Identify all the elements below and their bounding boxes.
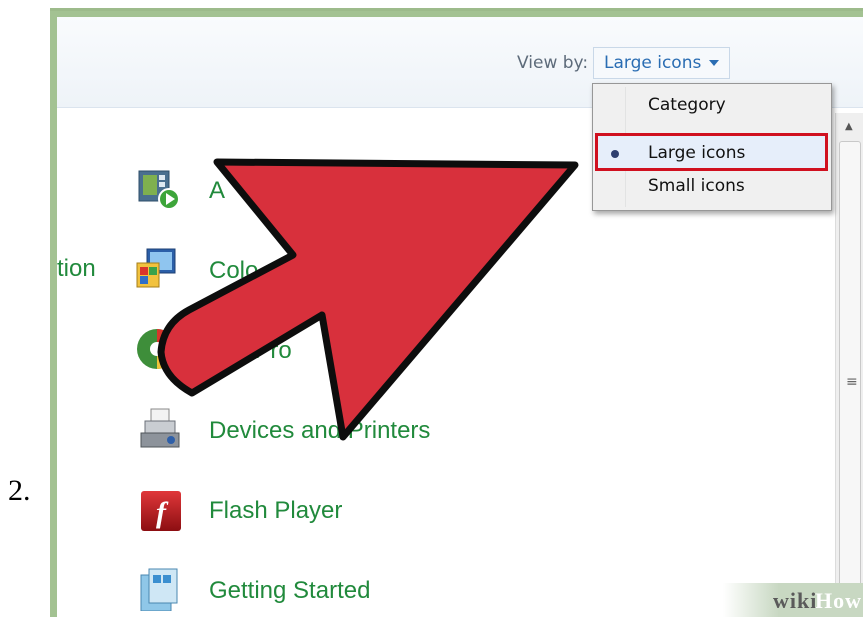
wikihow-watermark: wiki How (723, 583, 863, 617)
view-by-menu: Category Large icons Small icons (592, 83, 832, 211)
menu-item-large-icons[interactable]: Large icons (648, 143, 745, 163)
step-number: 2. (8, 474, 31, 507)
radio-selected-icon (611, 150, 619, 158)
watermark-how: How (815, 588, 862, 613)
watermark-wiki: wiki (773, 588, 818, 613)
control-panel-window: View by: Large icons tion A Colo ault Pr… (57, 17, 863, 617)
menu-item-category[interactable]: Category (648, 95, 726, 115)
menu-item-small-icons[interactable]: Small icons (648, 176, 745, 196)
